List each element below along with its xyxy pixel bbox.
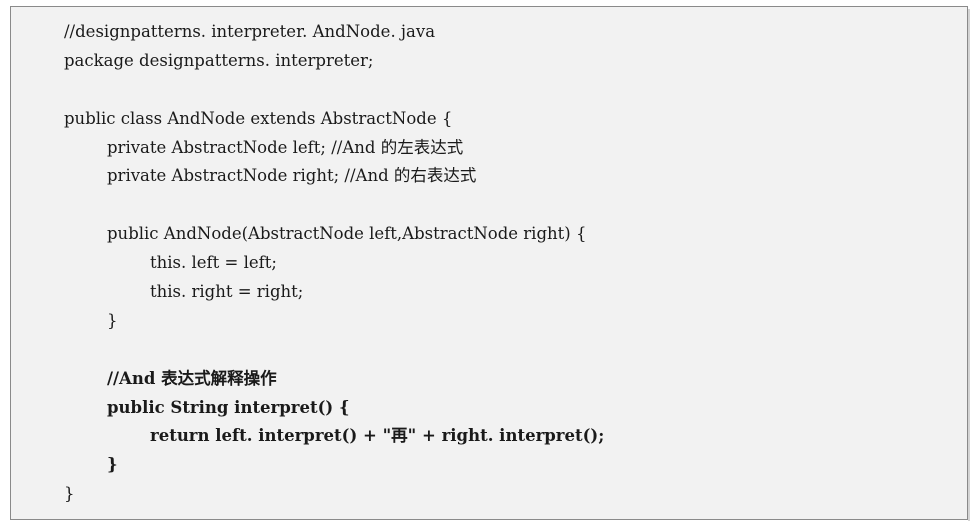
code-listing-box: //designpatterns. interpreter. AndNode. … (10, 6, 970, 521)
code-line-method-comment: //And 表达式解释操作 (107, 368, 277, 388)
code-line-method-close: } (107, 455, 118, 475)
code-line-constructor: public AndNode(AbstractNode left,Abstrac… (107, 224, 587, 244)
code-line-package: package designpatterns. interpreter; (64, 50, 374, 70)
code-line-assign-left: this. left = left; (150, 253, 277, 273)
code-line-method-signature: public String interpret() { (107, 397, 350, 417)
code-block: //designpatterns. interpreter. AndNode. … (64, 18, 604, 509)
code-line-field-left: private AbstractNode left; //And 的左表达式 (107, 137, 464, 157)
code-line-field-right: private AbstractNode right; //And 的右表达式 (107, 166, 477, 186)
code-line-class-close: } (64, 484, 75, 504)
code-line-class-declaration: public class AndNode extends AbstractNod… (64, 108, 453, 128)
code-line-return: return left. interpret() + "再" + right. … (150, 426, 605, 446)
code-line-constructor-close: } (107, 310, 118, 330)
code-line-assign-right: this. right = right; (150, 282, 304, 302)
code-line-comment-filename: //designpatterns. interpreter. AndNode. … (64, 22, 436, 41)
